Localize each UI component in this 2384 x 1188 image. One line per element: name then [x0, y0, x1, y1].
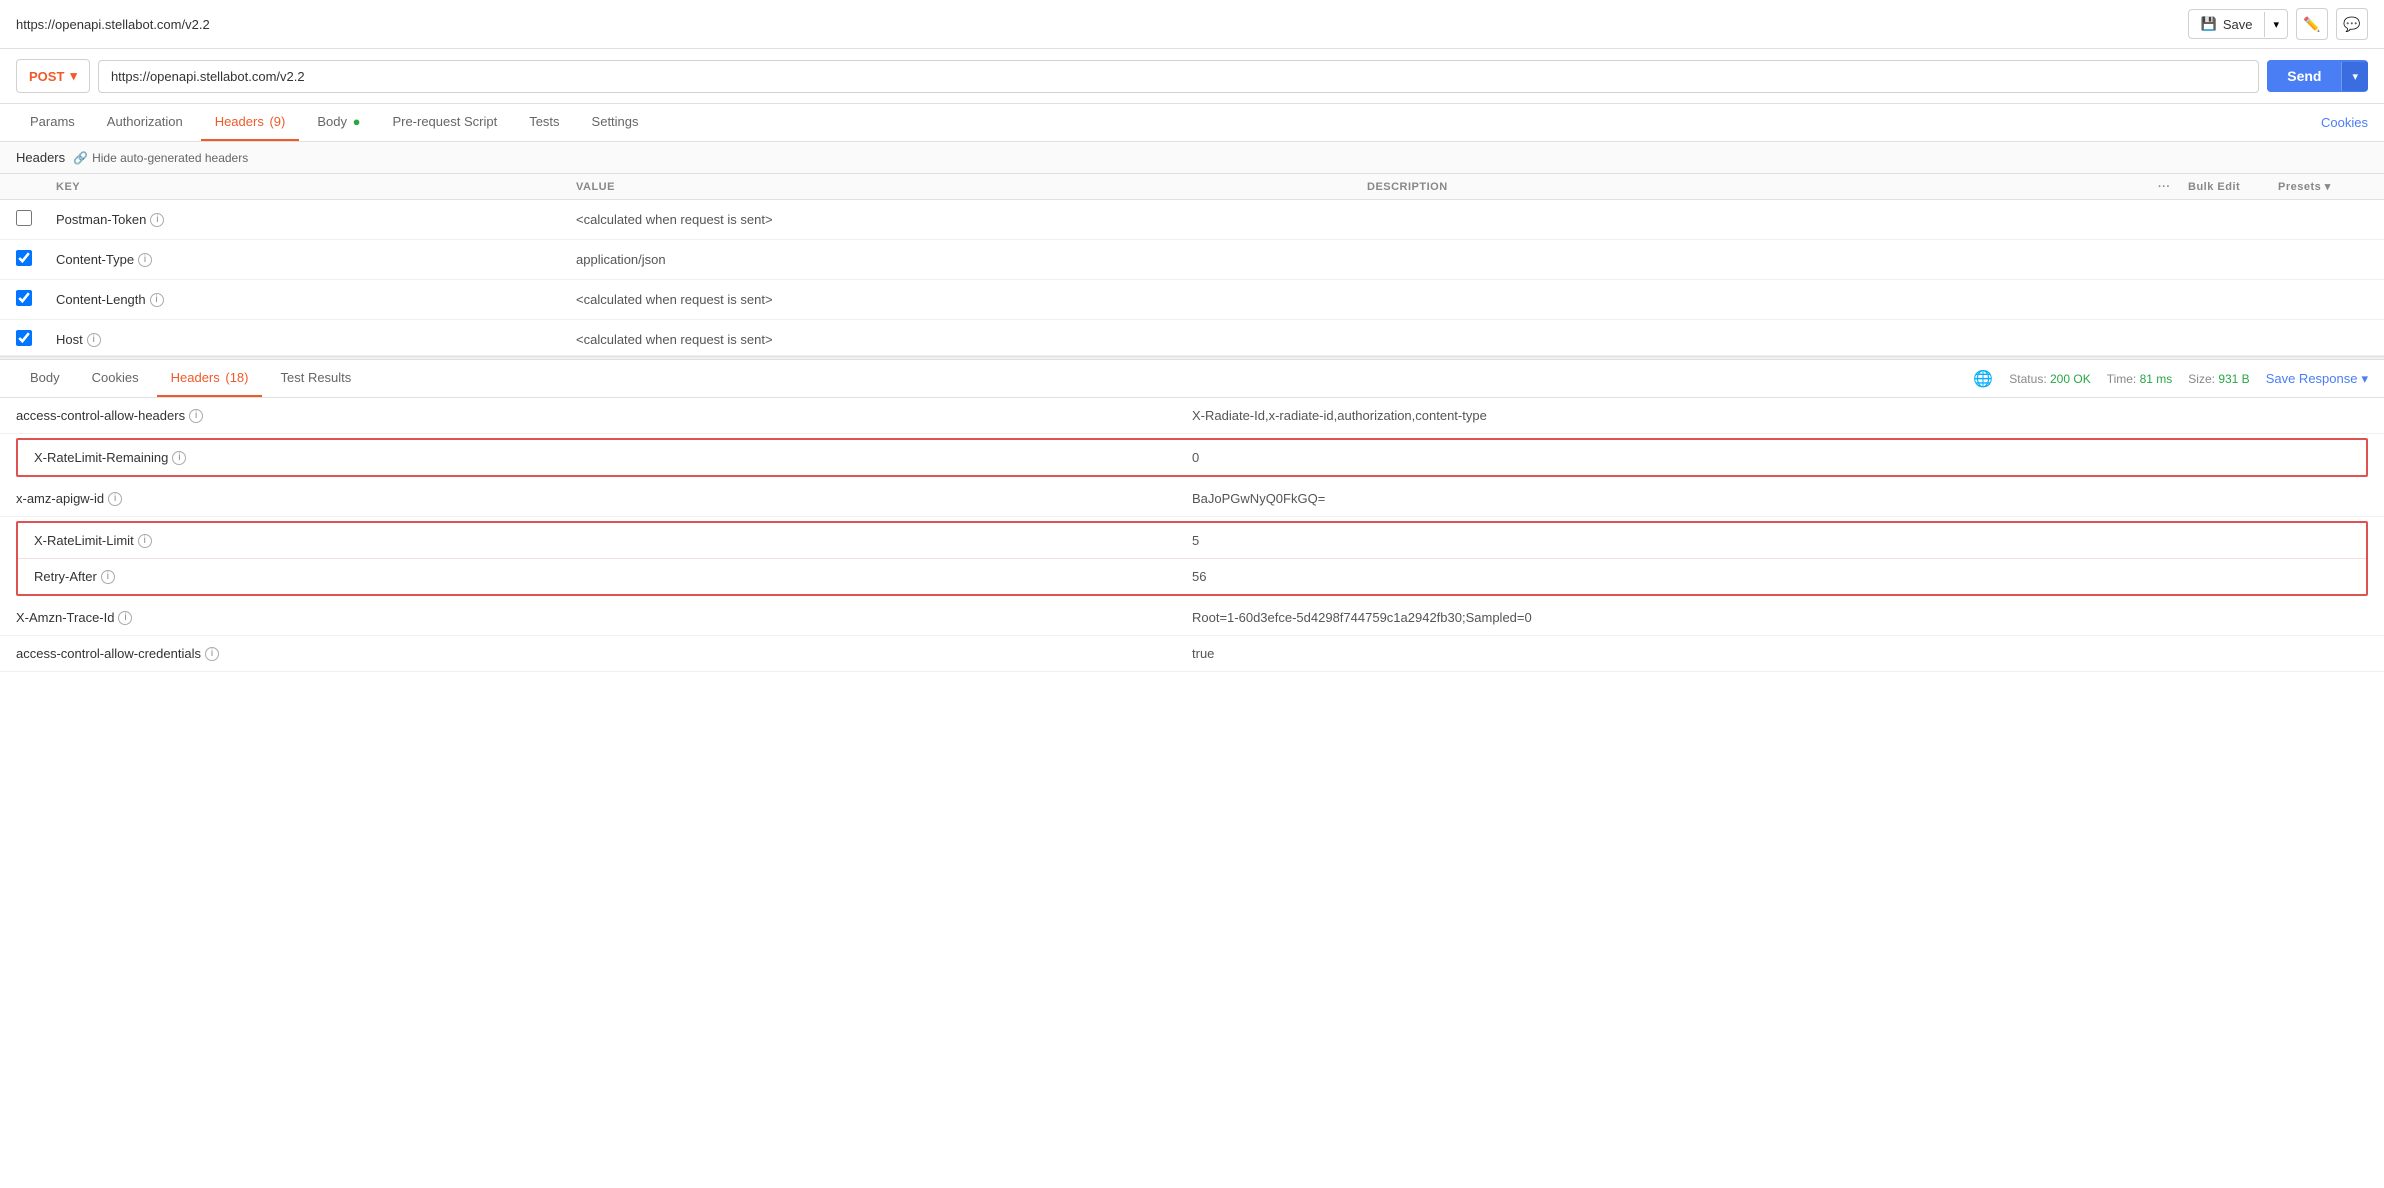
status-label: Status:: [2009, 372, 2046, 386]
row-checkbox[interactable]: [16, 290, 32, 306]
tab-pre-request[interactable]: Pre-request Script: [378, 104, 511, 141]
info-icon[interactable]: i: [138, 253, 152, 267]
save-button[interactable]: 💾 Save: [2189, 10, 2265, 38]
top-bar-url: https://openapi.stellabot.com/v2.2: [16, 17, 210, 32]
save-button-group[interactable]: 💾 Save ▾: [2188, 9, 2288, 39]
tab-params[interactable]: Params: [16, 104, 89, 141]
hide-headers-button[interactable]: 🔗 Hide auto-generated headers: [73, 151, 248, 165]
response-header-row: Retry-After i 56: [18, 559, 2366, 594]
request-tabs: Params Authorization Headers (9) Body ● …: [0, 104, 2384, 142]
tab-body[interactable]: Body ●: [303, 104, 374, 141]
response-header-row: X-RateLimit-Remaining i 0: [18, 440, 2366, 475]
size-label: Size:: [2188, 372, 2215, 386]
row-checkbox[interactable]: [16, 330, 32, 346]
response-tab-cookies[interactable]: Cookies: [78, 360, 153, 397]
tab-headers[interactable]: Headers (9): [201, 104, 300, 141]
info-icon[interactable]: i: [150, 213, 164, 227]
info-icon[interactable]: i: [189, 409, 203, 423]
top-bar: https://openapi.stellabot.com/v2.2 💾 Sav…: [0, 0, 2384, 49]
table-row: Content-Length i <calculated when reques…: [0, 280, 2384, 320]
url-bar: POST ▾ Send ▾: [0, 49, 2384, 104]
highlighted-row-rate-limit-group: X-RateLimit-Limit i 5 Retry-After i 56: [16, 521, 2368, 596]
response-headers-table: access-control-allow-headers i X-Radiate…: [0, 398, 2384, 672]
response-tab-headers[interactable]: Headers (18): [157, 360, 263, 397]
comment-button[interactable]: 💬: [2336, 8, 2368, 40]
time-label: Time:: [2107, 372, 2137, 386]
response-tab-body[interactable]: Body: [16, 360, 74, 397]
send-button[interactable]: Send: [2267, 60, 2341, 92]
row-checkbox[interactable]: [16, 210, 32, 226]
col-value: VALUE: [576, 181, 1367, 193]
response-tabs: Body Cookies Headers (18) Test Results 🌐…: [0, 360, 2384, 398]
response-header-row: X-Amzn-Trace-Id i Root=1-60d3efce-5d4298…: [0, 600, 2384, 636]
size-value: 931 B: [2218, 372, 2249, 386]
status-value: 200 OK: [2050, 372, 2091, 386]
tab-authorization[interactable]: Authorization: [93, 104, 197, 141]
col-key: KEY: [56, 181, 576, 193]
method-dropdown-icon: ▾: [70, 68, 77, 84]
tab-tests[interactable]: Tests: [515, 104, 573, 141]
section-title: Headers: [16, 150, 65, 165]
tab-cookies[interactable]: Cookies: [2321, 105, 2368, 140]
table-row: Content-Type i application/json: [0, 240, 2384, 280]
info-icon[interactable]: i: [118, 611, 132, 625]
info-icon[interactable]: i: [138, 534, 152, 548]
save-response-button[interactable]: Save Response ▾: [2266, 371, 2368, 387]
table-row: Host i <calculated when request is sent>: [0, 320, 2384, 356]
headers-section-header: Headers 🔗 Hide auto-generated headers: [0, 142, 2384, 174]
method-select[interactable]: POST ▾: [16, 59, 90, 93]
table-row: Postman-Token i <calculated when request…: [0, 200, 2384, 240]
col-description: DESCRIPTION: [1367, 181, 2158, 193]
info-icon[interactable]: i: [172, 451, 186, 465]
response-meta: 🌐 Status: 200 OK Time: 81 ms Size: 931 B…: [1973, 361, 2368, 397]
time-value: 81 ms: [2140, 372, 2173, 386]
col-presets[interactable]: Presets ▾: [2278, 180, 2368, 193]
comment-icon: 💬: [2343, 16, 2360, 33]
save-icon: 💾: [2201, 16, 2217, 32]
info-icon[interactable]: i: [87, 333, 101, 347]
hide-icon: 🔗: [73, 151, 88, 165]
tab-settings[interactable]: Settings: [578, 104, 653, 141]
info-icon[interactable]: i: [108, 492, 122, 506]
globe-icon: 🌐: [1973, 369, 1993, 389]
edit-icon: ✏️: [2303, 16, 2320, 33]
info-icon[interactable]: i: [150, 293, 164, 307]
response-tab-test-results[interactable]: Test Results: [266, 360, 365, 397]
edit-button[interactable]: ✏️: [2296, 8, 2328, 40]
save-dropdown-button[interactable]: ▾: [2264, 12, 2287, 37]
method-label: POST: [29, 69, 64, 84]
request-headers-table: KEY VALUE DESCRIPTION ··· Bulk Edit Pres…: [0, 174, 2384, 356]
send-button-group[interactable]: Send ▾: [2267, 60, 2368, 92]
row-checkbox[interactable]: [16, 250, 32, 266]
col-dots: ···: [2158, 181, 2188, 193]
send-dropdown-button[interactable]: ▾: [2341, 62, 2368, 91]
info-icon[interactable]: i: [205, 647, 219, 661]
top-bar-actions: 💾 Save ▾ ✏️ 💬: [2188, 8, 2368, 40]
response-header-row: x-amz-apigw-id i BaJoPGwNyQ0FkGQ=: [0, 481, 2384, 517]
url-input[interactable]: [98, 60, 2259, 93]
info-icon[interactable]: i: [101, 570, 115, 584]
highlighted-row-x-ratelimit-remaining: X-RateLimit-Remaining i 0: [16, 438, 2368, 477]
response-header-row: access-control-allow-credentials i true: [0, 636, 2384, 672]
col-bulk-edit[interactable]: Bulk Edit: [2188, 181, 2278, 193]
response-header-row: access-control-allow-headers i X-Radiate…: [0, 398, 2384, 434]
save-response-dropdown-icon: ▾: [2361, 371, 2368, 387]
response-header-row: X-RateLimit-Limit i 5: [18, 523, 2366, 559]
request-table-header: KEY VALUE DESCRIPTION ··· Bulk Edit Pres…: [0, 174, 2384, 200]
